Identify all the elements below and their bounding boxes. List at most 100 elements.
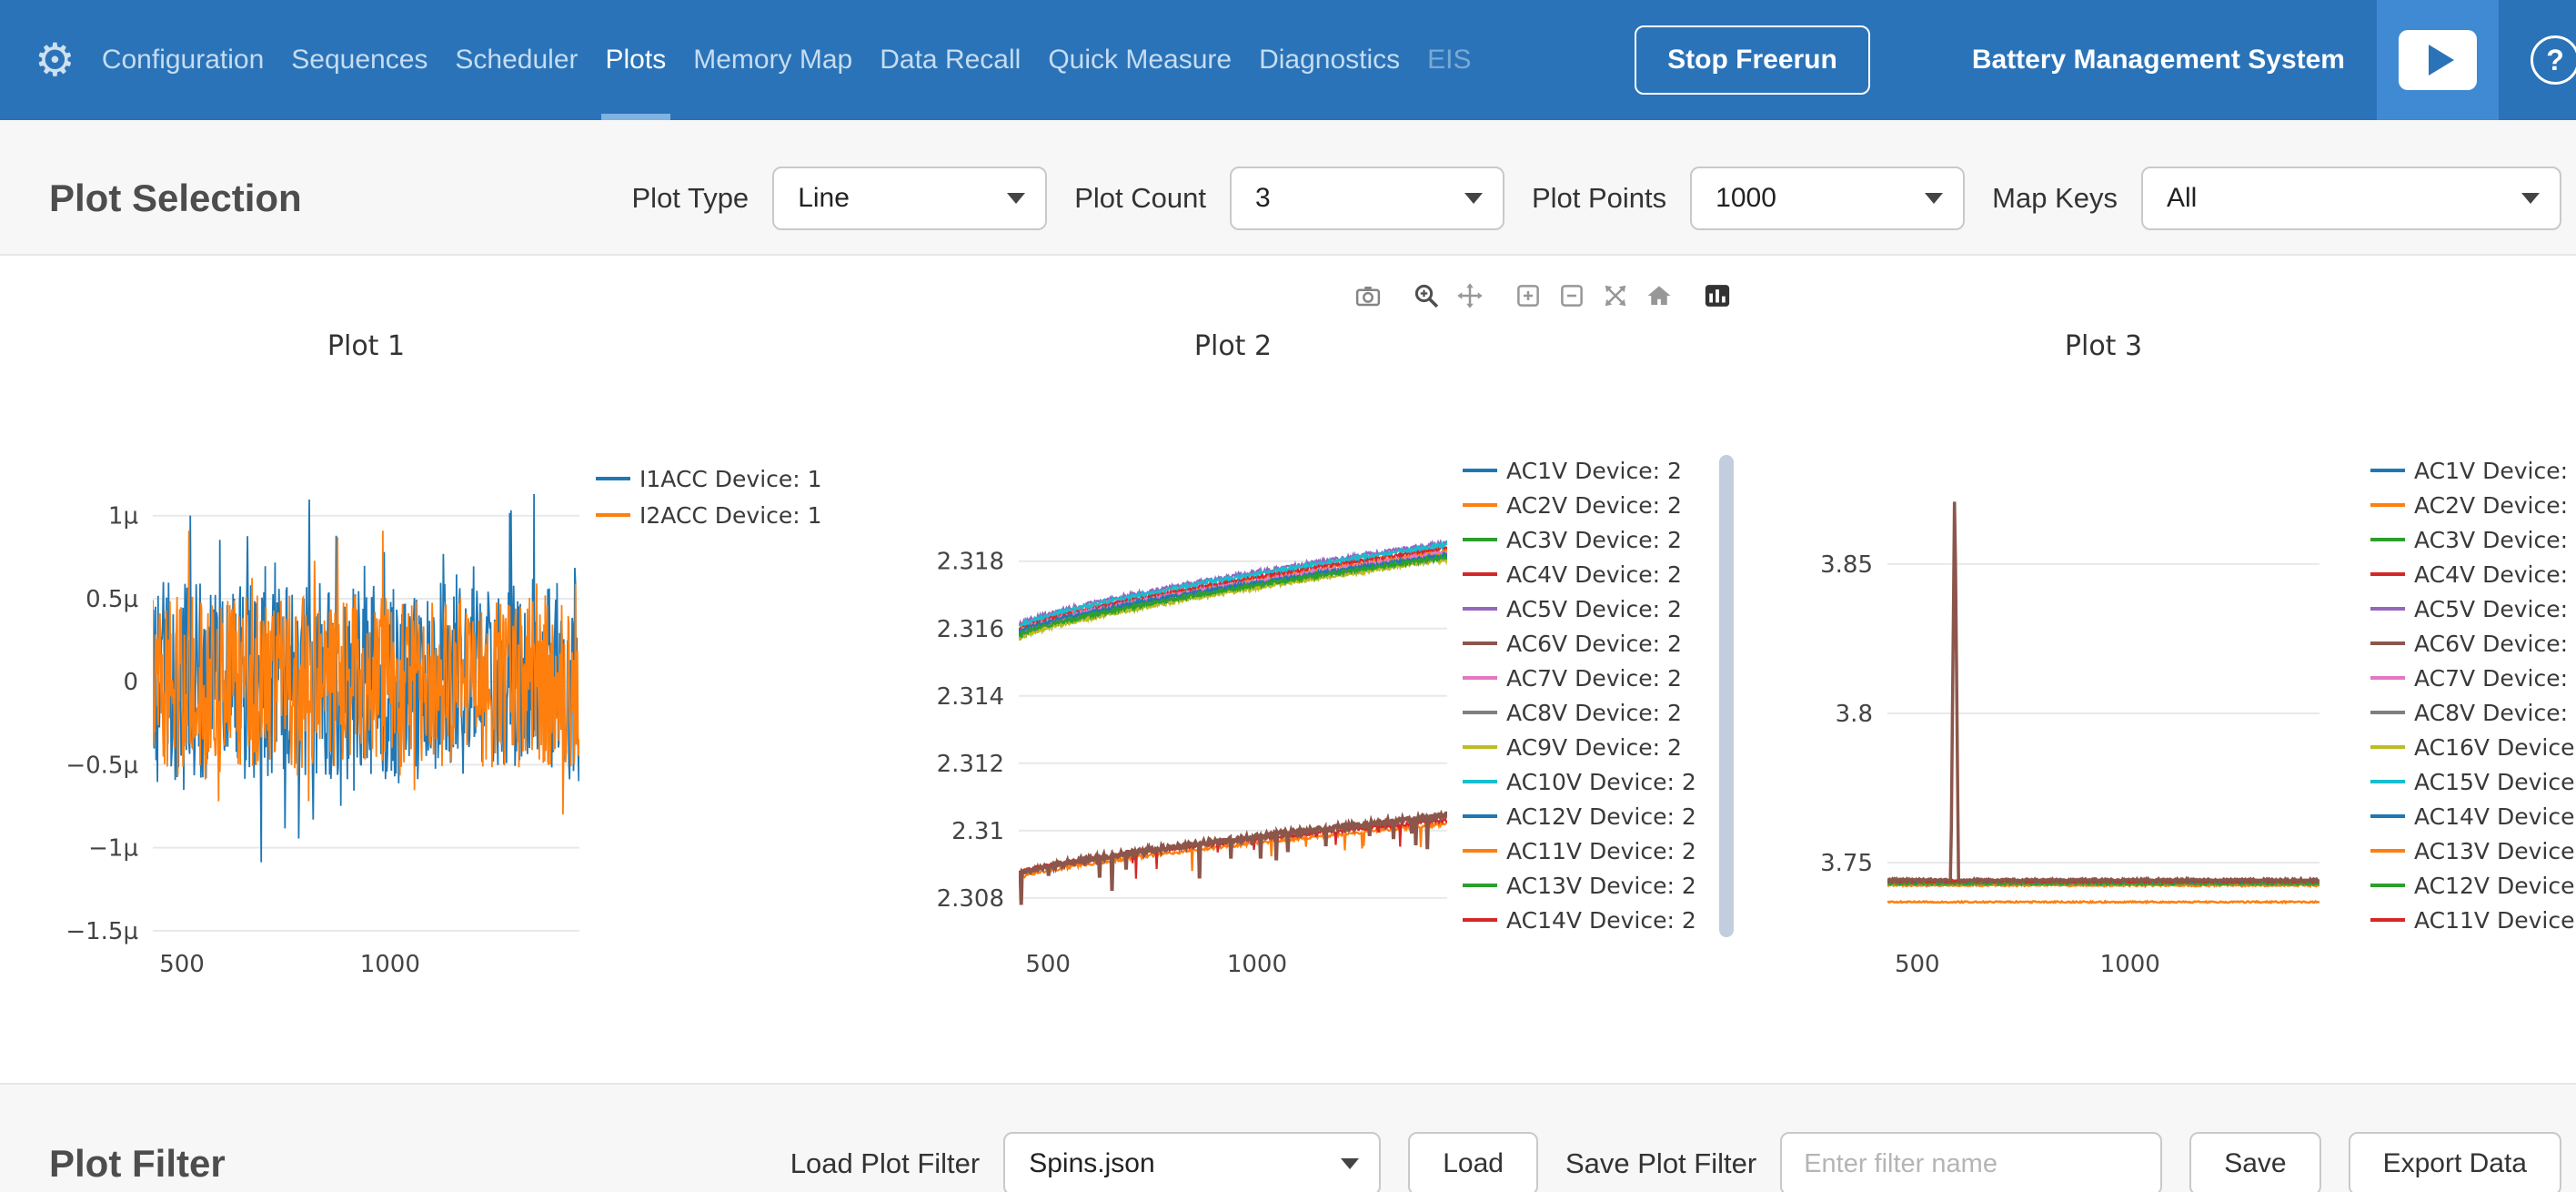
histogram-icon[interactable] xyxy=(1703,282,1734,311)
zoom-in-icon[interactable] xyxy=(1514,282,1545,311)
legend-item[interactable]: AC7V Device: 3 xyxy=(2370,661,2576,695)
legend-swatch xyxy=(1463,572,1497,576)
legend-item[interactable]: AC9V Device: 2 xyxy=(1463,730,1696,764)
plot-type-select[interactable]: Line xyxy=(772,167,1047,230)
run-button[interactable] xyxy=(2377,0,2499,120)
legend-item[interactable]: AC11V Device: 2 xyxy=(1463,833,1696,868)
legend-item[interactable]: AC7V Device: 2 xyxy=(1463,661,1696,695)
legend-label: AC3V Device: 3 xyxy=(2414,527,2576,553)
plot-count-select[interactable]: 3 xyxy=(1230,167,1504,230)
stop-freerun-button[interactable]: Stop Freerun xyxy=(1635,25,1870,95)
legend-item[interactable]: I1ACC Device: 1 xyxy=(596,460,822,497)
legend-item[interactable]: AC16V Device: 3 xyxy=(2370,730,2576,764)
legend-item[interactable]: AC8V Device: 2 xyxy=(1463,695,1696,730)
legend-label: AC14V Device: 3 xyxy=(2414,803,2576,830)
legend-swatch xyxy=(1463,884,1497,887)
legend-item[interactable]: AC14V Device: 2 xyxy=(1463,903,1696,937)
legend-item[interactable]: AC13V Device: 3 xyxy=(2370,833,2576,868)
chevron-down-icon xyxy=(1007,193,1025,204)
nav-item-eis[interactable]: EIS xyxy=(1414,0,1484,120)
legend-item[interactable]: AC6V Device: 2 xyxy=(1463,626,1696,661)
legend-label: AC3V Device: 2 xyxy=(1506,527,1682,553)
zoom-icon[interactable] xyxy=(1412,282,1443,311)
legend-item[interactable]: AC5V Device: 3 xyxy=(2370,591,2576,626)
legend-label: AC6V Device: 3 xyxy=(2414,631,2576,657)
legend-item[interactable]: AC11V Device: 3 xyxy=(2370,903,2576,937)
nav-item-data-recall[interactable]: Data Recall xyxy=(866,0,1034,120)
legend-label: AC15V Device: 3 xyxy=(2414,769,2576,795)
filter-name-input[interactable] xyxy=(1780,1132,2162,1192)
legend-label: AC8V Device: 2 xyxy=(1506,700,1682,726)
selected-filter: Spins.json xyxy=(1029,1148,1355,1179)
legend-item[interactable]: AC3V Device: 2 xyxy=(1463,522,1696,557)
legend-item[interactable]: AC10V Device: 2 xyxy=(1463,764,1696,799)
legend-item[interactable]: AC8V Device: 3 xyxy=(2370,695,2576,730)
nav-item-scheduler[interactable]: Scheduler xyxy=(441,0,591,120)
load-filter-label: Load Plot Filter xyxy=(790,1147,981,1180)
svg-text:2.31: 2.31 xyxy=(951,818,1004,845)
legend-item[interactable]: AC4V Device: 2 xyxy=(1463,557,1696,591)
legend-item[interactable]: AC15V Device: 3 xyxy=(2370,764,2576,799)
pan-icon[interactable] xyxy=(1455,282,1486,311)
load-button[interactable]: Load xyxy=(1408,1132,1538,1192)
legend-item[interactable]: AC5V Device: 2 xyxy=(1463,591,1696,626)
legend-label: AC10V Device: 2 xyxy=(1506,769,1696,795)
plot-1-legend: I1ACC Device: 1 I2ACC Device: 1 xyxy=(596,460,822,533)
plot-selection-bar: Plot Selection Plot TypeLinePlot Count3P… xyxy=(0,120,2576,256)
plot-points-select[interactable]: 1000 xyxy=(1690,167,1965,230)
help-icon[interactable]: ? xyxy=(2531,35,2576,85)
legend-item[interactable]: AC12V Device: 3 xyxy=(2370,868,2576,903)
nav-item-configuration[interactable]: Configuration xyxy=(88,0,277,120)
legend-item[interactable]: AC14V Device: 3 xyxy=(2370,799,2576,833)
legend-swatch xyxy=(2370,711,2405,714)
plot-filter-bar: Plot Filter Load Plot Filter Spins.json … xyxy=(0,1083,2576,1192)
camera-icon[interactable] xyxy=(1353,282,1384,311)
legend-label: AC7V Device: 3 xyxy=(2414,665,2576,692)
gear-icon[interactable]: ⚙ xyxy=(35,34,75,86)
legend-swatch xyxy=(2370,780,2405,783)
plot-3-canvas[interactable]: 3.853.83.755001000Plot 3 xyxy=(1774,318,2334,983)
legend-swatch xyxy=(1463,849,1497,853)
legend-item[interactable]: AC3V Device: 3 xyxy=(2370,522,2576,557)
legend-item[interactable]: AC4V Device: 3 xyxy=(2370,557,2576,591)
legend-scrollbar[interactable] xyxy=(1719,455,1734,937)
legend-swatch xyxy=(1463,711,1497,714)
legend-label: I2ACC Device: 1 xyxy=(639,502,822,529)
legend-swatch xyxy=(1463,814,1497,818)
home-icon[interactable] xyxy=(1645,282,1675,311)
plot-1-canvas[interactable]: 1µ0.5µ0−0.5µ−1µ−1.5µ5001000Plot 1 xyxy=(55,318,600,983)
zoom-out-icon[interactable] xyxy=(1557,282,1588,311)
autoscale-icon[interactable] xyxy=(1601,282,1632,311)
nav-item-diagnostics[interactable]: Diagnostics xyxy=(1245,0,1414,120)
svg-text:3.8: 3.8 xyxy=(1836,701,1873,728)
legend-swatch xyxy=(2370,814,2405,818)
plot-2-legend: AC1V Device: 2AC2V Device: 2 AC3V Device:… xyxy=(1463,453,1696,937)
load-filter-select[interactable]: Spins.json xyxy=(1003,1132,1381,1192)
nav-item-sequences[interactable]: Sequences xyxy=(277,0,441,120)
legend-label: AC12V Device: 2 xyxy=(1506,803,1696,830)
export-data-button[interactable]: Export Data xyxy=(2349,1132,2561,1192)
legend-item[interactable]: AC1V Device: 3 xyxy=(2370,453,2576,488)
svg-text:0.5µ: 0.5µ xyxy=(86,586,138,613)
filter-controls: Load Plot Filter Spins.json Load Save Pl… xyxy=(790,1132,2561,1192)
nav-item-quick-measure[interactable]: Quick Measure xyxy=(1034,0,1245,120)
nav-item-memory-map[interactable]: Memory Map xyxy=(679,0,866,120)
legend-item[interactable]: AC1V Device: 2 xyxy=(1463,453,1696,488)
legend-item[interactable]: AC2V Device: 2 xyxy=(1463,488,1696,522)
legend-swatch xyxy=(2370,745,2405,749)
map-keys-select[interactable]: All xyxy=(2141,167,2561,230)
legend-item[interactable]: I2ACC Device: 1 xyxy=(596,497,822,533)
legend-item[interactable]: AC2V Device: 3 xyxy=(2370,488,2576,522)
nav-item-plots[interactable]: Plots xyxy=(592,0,680,120)
svg-text:3.75: 3.75 xyxy=(1820,850,1873,877)
legend-item[interactable]: AC13V Device: 2 xyxy=(1463,868,1696,903)
legend-label: AC13V Device: 2 xyxy=(1506,873,1696,899)
plot-2-canvas[interactable]: 2.3182.3162.3142.3122.312.3085001000Plot… xyxy=(896,318,1460,983)
legend-swatch xyxy=(1463,641,1497,645)
legend-item[interactable]: AC6V Device: 3 xyxy=(2370,626,2576,661)
save-button[interactable]: Save xyxy=(2189,1132,2320,1192)
svg-text:2.308: 2.308 xyxy=(937,885,1004,913)
legend-label: AC11V Device: 2 xyxy=(1506,838,1696,864)
legend-label: AC9V Device: 2 xyxy=(1506,734,1682,761)
legend-item[interactable]: AC12V Device: 2 xyxy=(1463,799,1696,833)
